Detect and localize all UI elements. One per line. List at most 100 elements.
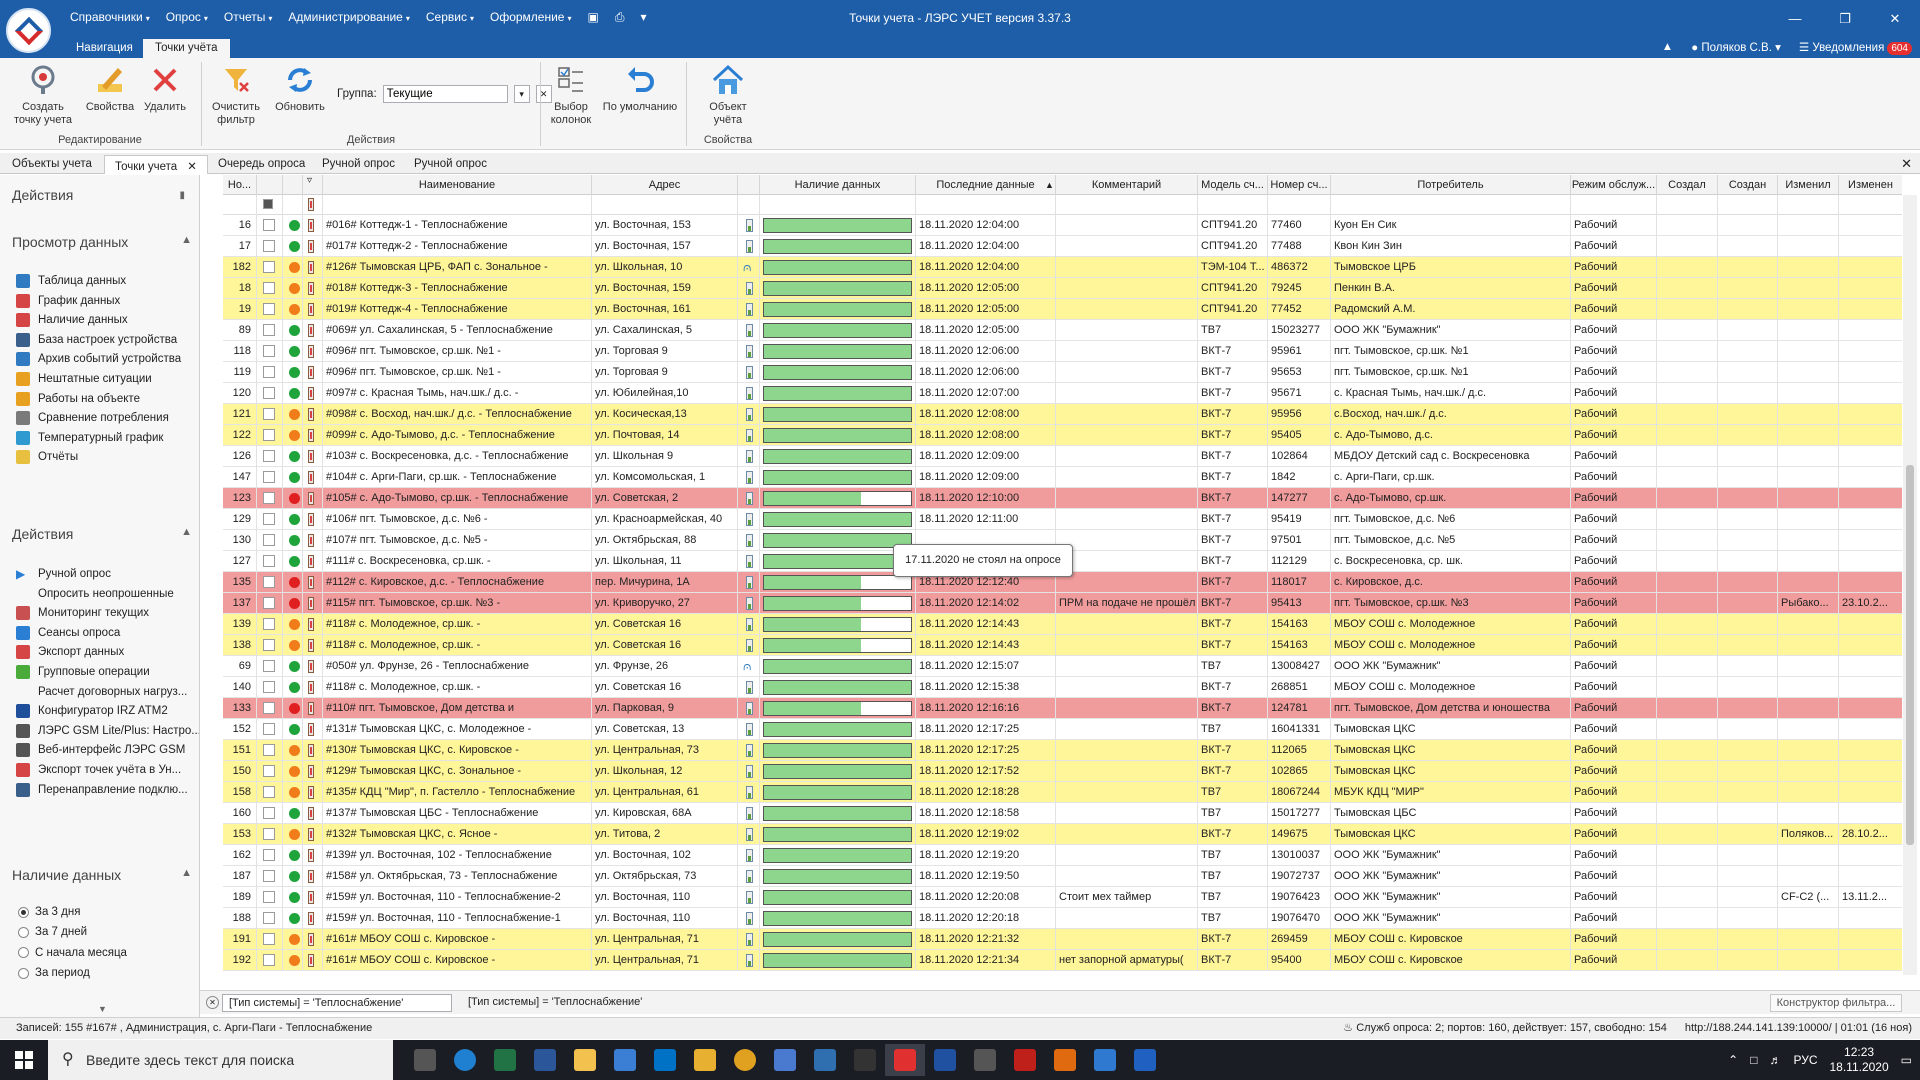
filter-cell[interactable] <box>1778 195 1839 215</box>
default-button[interactable]: По умолчанию <box>602 62 678 114</box>
section-actions[interactable]: Действия ▲ <box>12 526 192 542</box>
view-item-7[interactable]: Сравнение потребления <box>16 411 169 426</box>
collapse-ribbon-icon[interactable]: ▲ <box>1662 41 1673 53</box>
row-checkbox[interactable] <box>263 534 275 546</box>
row-checkbox[interactable] <box>263 576 275 588</box>
action-item-5[interactable]: Групповые операции <box>16 665 150 679</box>
table-row[interactable]: 122 #099# с. Адо-Тымово, д.с. - Теплоснаб… <box>223 425 1902 446</box>
availability-option-2[interactable]: С начала месяца <box>18 947 127 959</box>
filter-cell[interactable] <box>1839 195 1902 215</box>
taskbar-app-7[interactable] <box>685 1044 725 1076</box>
taskbar-app-14[interactable] <box>965 1044 1005 1076</box>
action-item-9[interactable]: Веб-интерфейс ЛЭРС GSM <box>16 743 185 758</box>
cell-1[interactable] <box>257 761 283 782</box>
row-checkbox[interactable] <box>263 891 275 903</box>
row-checkbox[interactable] <box>263 366 275 378</box>
close-all-tabs-icon[interactable]: ✕ <box>1901 156 1912 172</box>
view-item-1[interactable]: График данных <box>16 293 120 308</box>
row-checkbox[interactable] <box>263 786 275 798</box>
cell-1[interactable] <box>257 509 283 530</box>
menu-item-3[interactable]: Администрирование ▾ <box>280 10 417 25</box>
clear-filter-button[interactable]: Очистить фильтр <box>206 62 266 127</box>
row-checkbox[interactable] <box>263 261 275 273</box>
table-row[interactable]: 191 #161# МБОУ СОШ с. Кировское - ул. Цент… <box>223 929 1902 950</box>
taskbar-search[interactable]: ⚲ Введите здесь текст для поиска <box>48 1040 393 1080</box>
taskbar-app-13[interactable] <box>925 1044 965 1076</box>
volume-icon[interactable]: ♬ <box>1769 1053 1781 1067</box>
table-row[interactable]: 147 #104# с. Арги-Паги, ср.шк. - Теплосна… <box>223 467 1902 488</box>
table-row[interactable]: 160 #137# Тымовская ЦБС - Теплоснабжение у… <box>223 803 1902 824</box>
filter-cell[interactable] <box>760 195 916 215</box>
notifications-button[interactable]: ☰ Уведомления 604 <box>1799 40 1912 55</box>
table-row[interactable]: 189 #159# ул. Восточная, 110 - Теплоснабж… <box>223 887 1902 908</box>
cell-1[interactable] <box>257 299 283 320</box>
cell-1[interactable] <box>257 782 283 803</box>
doctab-points[interactable]: Точки учета ✕ <box>104 155 208 174</box>
table-row[interactable]: 126 #103# с. Воскресеновка, д.с. - Теплос… <box>223 446 1902 467</box>
cell-1[interactable] <box>257 320 283 341</box>
scroll-down-icon[interactable]: ▼ <box>98 1004 107 1014</box>
cell-1[interactable] <box>257 593 283 614</box>
row-checkbox[interactable] <box>263 849 275 861</box>
filter-cell[interactable] <box>916 195 1056 215</box>
action-item-7[interactable]: Конфигуратор IRZ ATM2 <box>16 704 168 719</box>
row-checkbox[interactable] <box>263 702 275 714</box>
filter-constructor-button[interactable]: Конструктор фильтра... <box>1770 994 1902 1012</box>
group-dropdown-button[interactable]: ▾ <box>513 85 530 103</box>
row-checkbox[interactable] <box>263 471 275 483</box>
customize-icon[interactable]: ▾ <box>632 10 654 25</box>
action-item-0[interactable]: ▶ Ручной опрос <box>16 567 111 581</box>
doctab-queue[interactable]: Очередь опроса <box>208 155 315 174</box>
table-row[interactable]: 120 #097# с. Красная Тымь, нач.шк./ д.с. … <box>223 383 1902 404</box>
cell-1[interactable] <box>257 950 283 971</box>
action-item-2[interactable]: Мониторинг текущих <box>16 606 149 621</box>
filter-cell[interactable] <box>1331 195 1571 215</box>
view-item-3[interactable]: База настроек устройства <box>16 332 177 347</box>
column-header-12[interactable]: Потребитель <box>1331 175 1571 195</box>
row-checkbox[interactable] <box>263 870 275 882</box>
column-header-3[interactable] <box>303 175 323 195</box>
radio-button[interactable] <box>18 967 29 979</box>
scrollbar-thumb[interactable] <box>1906 465 1914 845</box>
view-item-8[interactable]: Температурный график <box>16 430 163 445</box>
row-checkbox[interactable] <box>263 681 275 693</box>
row-checkbox[interactable] <box>263 324 275 336</box>
cell-1[interactable] <box>257 866 283 887</box>
table-row[interactable]: 89 #069# ул. Сахалинская, 5 - Теплоснабже… <box>223 320 1902 341</box>
radio-button[interactable] <box>18 906 29 918</box>
row-checkbox[interactable] <box>263 618 275 630</box>
column-header-4[interactable]: Наименование <box>323 175 592 195</box>
filter-cell[interactable] <box>1657 195 1718 215</box>
row-checkbox[interactable] <box>263 240 275 252</box>
select-all-checkbox[interactable] <box>263 199 273 209</box>
menu-item-4[interactable]: Сервис ▾ <box>418 10 482 25</box>
row-checkbox[interactable] <box>263 387 275 399</box>
print-icon[interactable]: ⎙ <box>607 10 633 25</box>
taskbar-app-0[interactable] <box>405 1044 445 1076</box>
action-item-10[interactable]: Экспорт точек учёта в Ун... <box>16 763 181 777</box>
action-center-icon[interactable]: ▭ <box>1901 1053 1912 1067</box>
cell-1[interactable] <box>257 215 283 236</box>
table-row[interactable]: 121 #098# с. Восход, нач.шк./ д.с. - Тепл… <box>223 404 1902 425</box>
user-menu[interactable]: ● Поляков С.В. ▾ <box>1691 40 1781 54</box>
group-combobox[interactable] <box>382 85 508 103</box>
filter-cell[interactable] <box>1571 195 1657 215</box>
close-window-button[interactable]: ✕ <box>1870 0 1920 37</box>
cell-1[interactable] <box>257 719 283 740</box>
taskbar-app-1[interactable] <box>445 1044 485 1076</box>
row-checkbox[interactable] <box>263 513 275 525</box>
cell-1[interactable] <box>257 446 283 467</box>
sort-asc-icon[interactable]: ▲ <box>1045 175 1054 195</box>
table-row[interactable]: 133 #110# пгт. Тымовское, Дом детства и ул… <box>223 698 1902 719</box>
cell-1[interactable] <box>257 803 283 824</box>
column-header-6[interactable] <box>738 175 760 195</box>
doctab-manual-2[interactable]: Ручной опрос <box>404 155 497 174</box>
clear-filter-icon[interactable]: ✕ <box>206 996 219 1009</box>
vertical-scrollbar[interactable] <box>1903 195 1917 975</box>
view-item-0[interactable]: Таблица данных <box>16 274 126 288</box>
table-row[interactable]: 140 #118# с. Молодежное, ср.шк. - ул. Сове… <box>223 677 1902 698</box>
app-logo[interactable] <box>6 8 51 53</box>
table-row[interactable]: 158 #135# КДЦ "Мир", п. Гастелло - Теплос… <box>223 782 1902 803</box>
doctab-objects[interactable]: Объекты учета <box>2 155 102 174</box>
cell-1[interactable] <box>257 656 283 677</box>
